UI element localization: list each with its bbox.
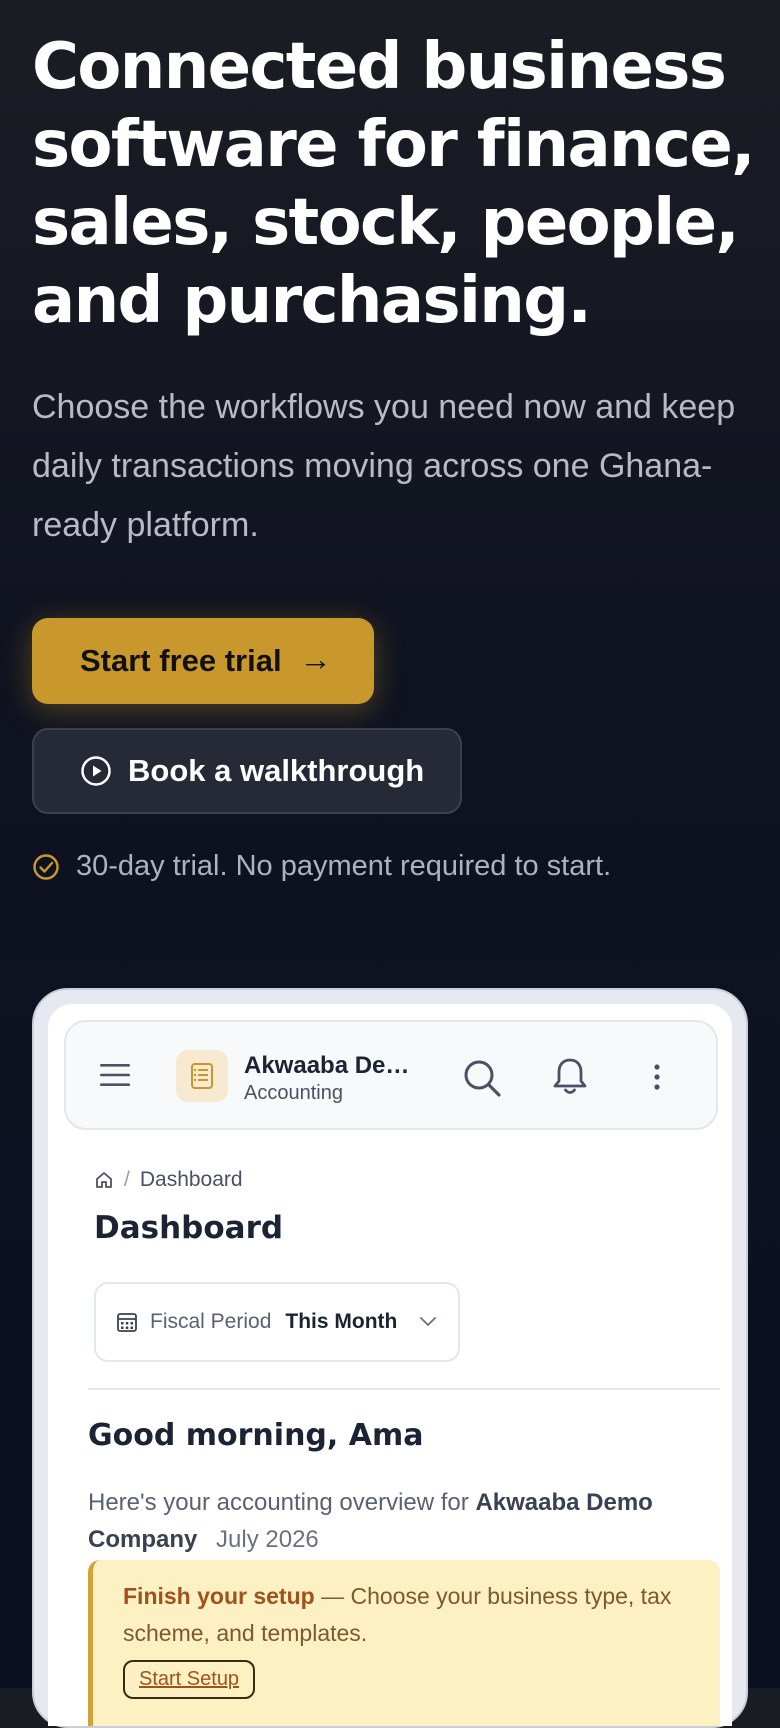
fiscal-period-value: This Month bbox=[285, 1310, 398, 1333]
arrow-right-icon: → bbox=[299, 641, 332, 677]
device-mockup: Akwaaba De… Accounting / Dashboard Dashb… bbox=[32, 988, 748, 1728]
trial-note: 30-day trial. No payment required to sta… bbox=[32, 850, 611, 883]
book-walkthrough-label: Book a walkthrough bbox=[128, 753, 425, 788]
overview-month: July 2026 bbox=[216, 1526, 319, 1553]
start-setup-button[interactable]: Start Setup bbox=[123, 1660, 256, 1699]
company-name[interactable]: Akwaaba De… bbox=[244, 1052, 409, 1080]
check-badge-icon bbox=[33, 853, 59, 880]
home-icon[interactable] bbox=[94, 1170, 114, 1190]
app-screen: Akwaaba De… Accounting / Dashboard Dashb… bbox=[48, 1004, 732, 1726]
setup-banner: Finish your setup — Choose your business… bbox=[88, 1560, 720, 1726]
overview-prefix: Here's your accounting overview for bbox=[88, 1489, 469, 1516]
setup-title: Finish your setup bbox=[123, 1583, 315, 1609]
module-name: Accounting bbox=[244, 1082, 343, 1104]
breadcrumb: / Dashboard bbox=[94, 1168, 243, 1192]
book-walkthrough-button[interactable]: Book a walkthrough bbox=[32, 728, 462, 814]
bell-icon[interactable] bbox=[552, 1056, 588, 1096]
kebab-menu-icon[interactable] bbox=[652, 1062, 662, 1092]
calendar-icon bbox=[117, 1313, 137, 1332]
overview-text: Here's your accounting overview for Akwa… bbox=[88, 1484, 688, 1558]
chevron-down-icon bbox=[420, 1317, 437, 1327]
divider bbox=[88, 1388, 720, 1390]
fiscal-period-label: Fiscal Period bbox=[150, 1310, 272, 1333]
breadcrumb-separator: / bbox=[124, 1168, 130, 1191]
start-free-trial-label: Start free trial bbox=[80, 643, 282, 678]
menu-icon[interactable] bbox=[100, 1062, 130, 1088]
play-circle-icon bbox=[81, 756, 111, 786]
hero-subtitle: Choose the workflows you need now and ke… bbox=[32, 388, 736, 544]
ledger-icon bbox=[176, 1050, 228, 1102]
search-icon[interactable] bbox=[462, 1058, 502, 1098]
hero-title: Connected business software for finance,… bbox=[32, 30, 755, 338]
page-title: Dashboard bbox=[94, 1210, 284, 1246]
setup-message: Finish your setup — Choose your business… bbox=[123, 1578, 692, 1652]
fiscal-period-select[interactable]: Fiscal Period This Month bbox=[94, 1282, 460, 1362]
start-free-trial-button[interactable]: Start free trial → bbox=[32, 618, 374, 704]
app-header: Akwaaba De… Accounting bbox=[64, 1020, 718, 1130]
greeting: Good morning, Ama bbox=[88, 1418, 424, 1453]
trial-note-text: 30-day trial. No payment required to sta… bbox=[76, 850, 612, 882]
breadcrumb-current[interactable]: Dashboard bbox=[140, 1168, 243, 1192]
